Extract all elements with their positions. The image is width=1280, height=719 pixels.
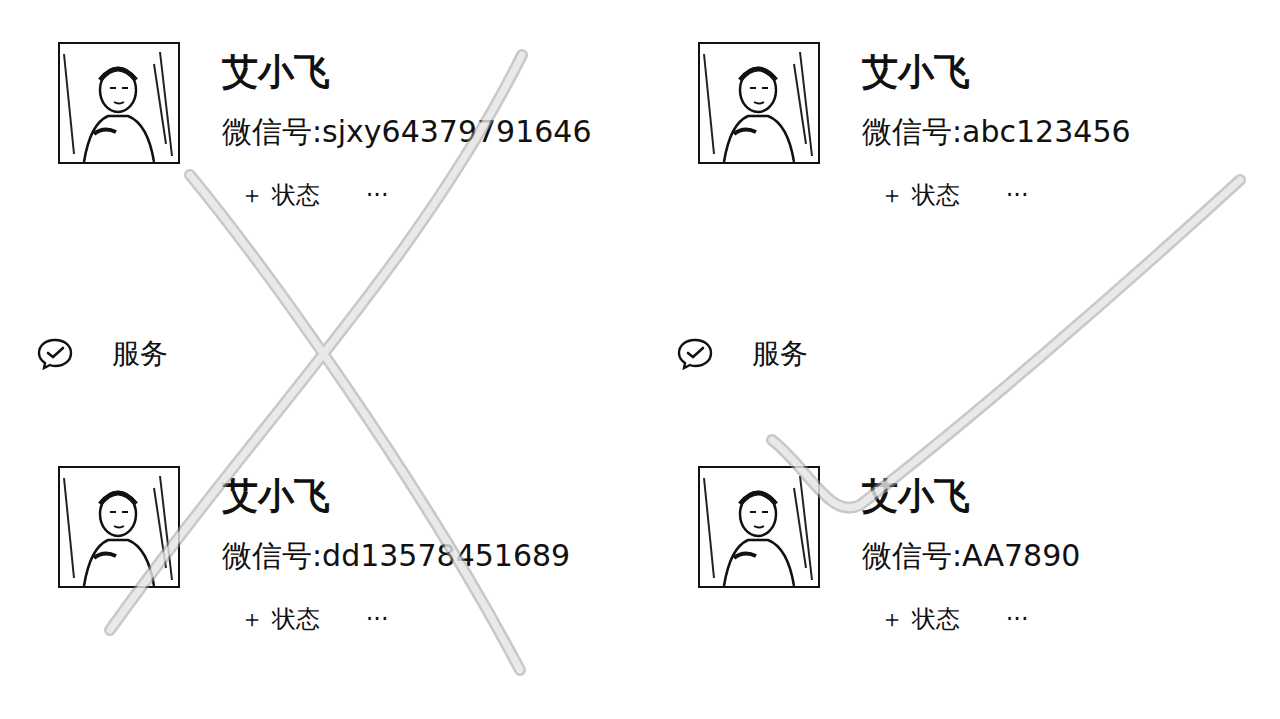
check-mark-icon (640, 0, 1280, 719)
more-button[interactable]: ··· (1006, 180, 1029, 210)
status-row: ＋ 状态 ··· (880, 180, 1131, 210)
profile-card: 艾小飞微信号:abc123456＋ 状态··· (698, 42, 1280, 210)
status-row: ＋ 状态 ··· (240, 180, 592, 210)
cross-mark-icon (0, 0, 640, 719)
service-row[interactable]: 服务 (36, 326, 640, 382)
profile-column: 艾小飞微信号:abc123456＋ 状态···服务艾小飞微信号:AA7890＋ … (640, 0, 1280, 719)
wechat-id-label: 微信号: (222, 112, 322, 152)
wechat-id: 微信号:dd13578451689 (222, 536, 570, 576)
profile-info: 艾小飞微信号:sjxy64379791646＋ 状态··· (222, 42, 592, 210)
profile-name: 艾小飞 (862, 474, 1080, 518)
profile-card: 艾小飞微信号:dd13578451689＋ 状态··· (58, 466, 640, 634)
avatar-icon[interactable] (58, 466, 180, 588)
profile-name: 艾小飞 (862, 50, 1131, 94)
more-button[interactable]: ··· (366, 180, 389, 210)
more-button[interactable]: ··· (366, 604, 389, 634)
wechat-id-value: abc123456 (962, 112, 1130, 152)
wechat-id-value: AA7890 (962, 536, 1080, 576)
add-status-button[interactable]: ＋ 状态 (880, 604, 960, 634)
service-icon (676, 337, 714, 371)
status-row: ＋ 状态 ··· (240, 604, 570, 634)
more-button[interactable]: ··· (1006, 604, 1029, 634)
profile-info: 艾小飞微信号:dd13578451689＋ 状态··· (222, 466, 570, 634)
avatar-icon[interactable] (698, 42, 820, 164)
profile-name: 艾小飞 (222, 474, 570, 518)
service-icon (36, 337, 74, 371)
avatar-icon[interactable] (698, 466, 820, 588)
wechat-id-label: 微信号: (862, 112, 962, 152)
add-status-button[interactable]: ＋ 状态 (240, 180, 320, 210)
wechat-id-value: sjxy64379791646 (322, 112, 591, 152)
service-row[interactable]: 服务 (676, 326, 1280, 382)
wechat-id: 微信号:AA7890 (862, 536, 1080, 576)
status-row: ＋ 状态 ··· (880, 604, 1080, 634)
profile-info: 艾小飞微信号:AA7890＋ 状态··· (862, 466, 1080, 634)
avatar-icon[interactable] (58, 42, 180, 164)
add-status-button[interactable]: ＋ 状态 (880, 180, 960, 210)
profile-info: 艾小飞微信号:abc123456＋ 状态··· (862, 42, 1131, 210)
wechat-id-label: 微信号: (862, 536, 962, 576)
service-label[interactable]: 服务 (112, 335, 168, 373)
profile-name: 艾小飞 (222, 50, 592, 94)
wechat-id-label: 微信号: (222, 536, 322, 576)
profile-card: 艾小飞微信号:AA7890＋ 状态··· (698, 466, 1280, 634)
wechat-id: 微信号:sjxy64379791646 (222, 112, 592, 152)
wechat-id: 微信号:abc123456 (862, 112, 1131, 152)
add-status-button[interactable]: ＋ 状态 (240, 604, 320, 634)
wechat-id-value: dd13578451689 (322, 536, 570, 576)
profile-column: 艾小飞微信号:sjxy64379791646＋ 状态···服务艾小飞微信号:dd… (0, 0, 640, 719)
profile-card: 艾小飞微信号:sjxy64379791646＋ 状态··· (58, 42, 640, 210)
service-label[interactable]: 服务 (752, 335, 808, 373)
